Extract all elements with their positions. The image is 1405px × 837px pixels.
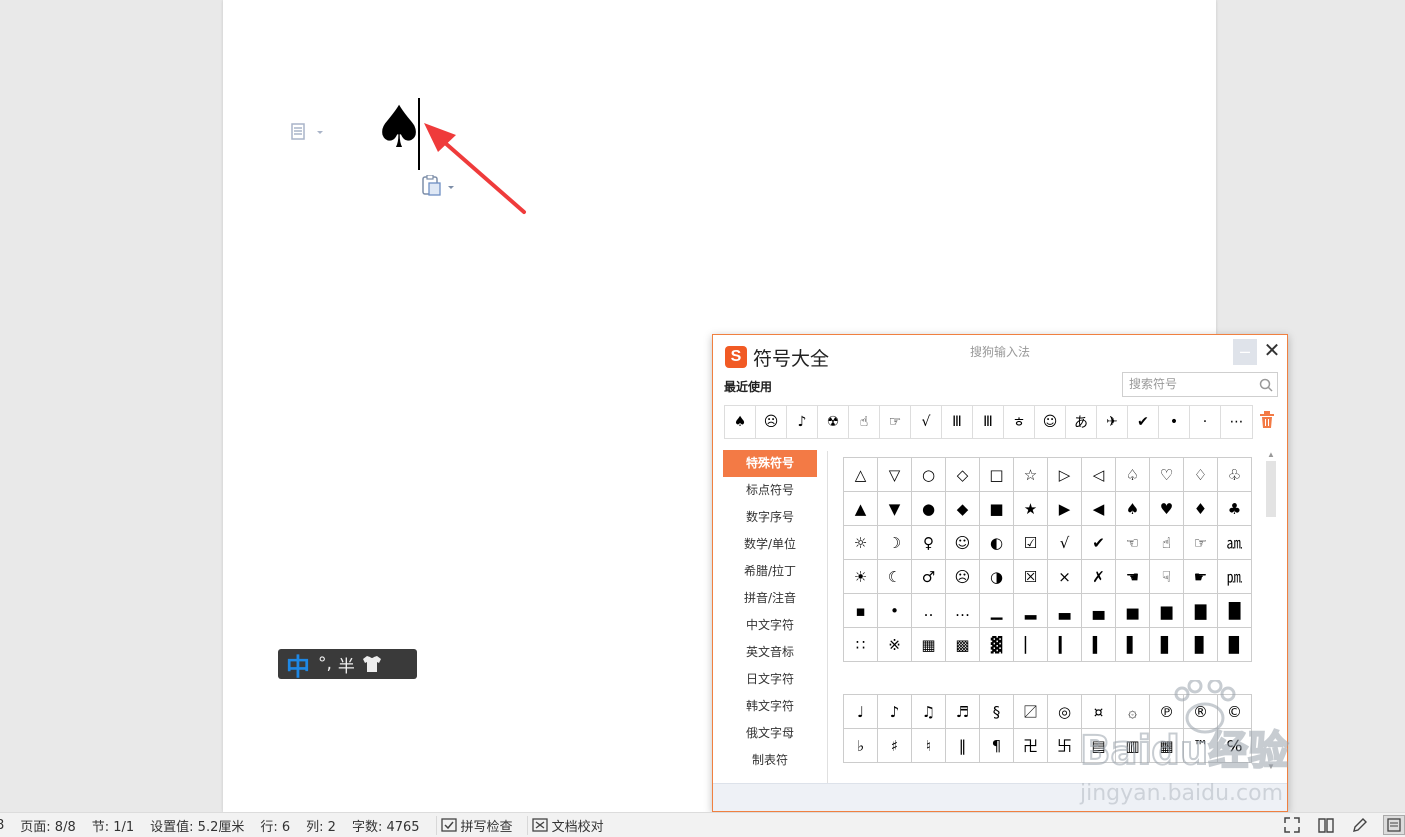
svg-text:Baidu经验: Baidu经验: [1080, 728, 1288, 774]
view-mode-buttons: [1269, 815, 1405, 835]
spell-check-label: 拼写检查: [460, 819, 513, 835]
status-col: 列: 2: [306, 819, 336, 835]
status-row: 行: 6: [260, 819, 291, 835]
baidu-jingyan-watermark: Baidu经验 jingyan.baidu.com: [1079, 680, 1289, 806]
doc-proof-icon: [531, 818, 548, 832]
edit-pen-icon[interactable]: [1349, 815, 1371, 835]
symbol-cell[interactable]: ♬: [946, 695, 980, 729]
spell-check-button[interactable]: 拼写检查: [435, 815, 513, 835]
symbol-cell[interactable]: ♭: [844, 729, 878, 763]
ime-punct-toggle[interactable]: °,: [318, 654, 332, 674]
status-bar: 8 页面: 8/8 节: 1/1 设置值: 5.2厘米 行: 6 列: 2 字数…: [0, 812, 1405, 837]
spell-check-icon: [440, 818, 457, 832]
symbol-cell[interactable]: ♩: [844, 695, 878, 729]
ime-status-bar[interactable]: 中 °, 半: [278, 647, 417, 682]
svg-text:jingyan.baidu.com: jingyan.baidu.com: [1079, 781, 1283, 806]
status-page[interactable]: 页面: 8/8: [20, 816, 75, 835]
symbol-cell[interactable]: ¶: [980, 729, 1014, 763]
status-section: 节: 1/1: [91, 819, 135, 835]
doc-proof-label: 文档校对: [551, 819, 604, 835]
symbol-cell[interactable]: ‖: [946, 729, 980, 763]
symbol-cell[interactable]: 卍: [1014, 729, 1048, 763]
symbol-cell[interactable]: 〼: [1014, 695, 1048, 729]
scroll-thumb[interactable]: [1266, 461, 1276, 517]
symbol-cell[interactable]: §: [980, 695, 1014, 729]
symbol-cell[interactable]: ♮: [912, 729, 946, 763]
paste-options-icon[interactable]: [421, 174, 457, 197]
status-words[interactable]: 字数: 4765: [352, 816, 420, 835]
page-view-icon[interactable]: [1383, 815, 1405, 835]
symbol-cell[interactable]: ♪: [878, 695, 912, 729]
ime-mode-toggle[interactable]: 中: [286, 647, 310, 682]
scroll-up-arrow-icon[interactable]: ▲: [1266, 451, 1276, 459]
skin-shirt-icon[interactable]: [361, 654, 383, 674]
symbol-cell[interactable]: ♫: [912, 695, 946, 729]
doc-proof-button[interactable]: 文档校对: [526, 815, 604, 835]
reading-mode-icon[interactable]: [1315, 815, 1337, 835]
paragraph-layout-icon[interactable]: [290, 122, 324, 142]
status-setting: 设置值: 5.2厘米: [150, 819, 245, 835]
symbol-cell[interactable]: ♯: [878, 729, 912, 763]
status-page-fragment: 8: [0, 817, 5, 833]
fullscreen-icon[interactable]: [1281, 815, 1303, 835]
ime-width-toggle[interactable]: 半: [338, 652, 355, 677]
text-cursor: [418, 98, 420, 170]
